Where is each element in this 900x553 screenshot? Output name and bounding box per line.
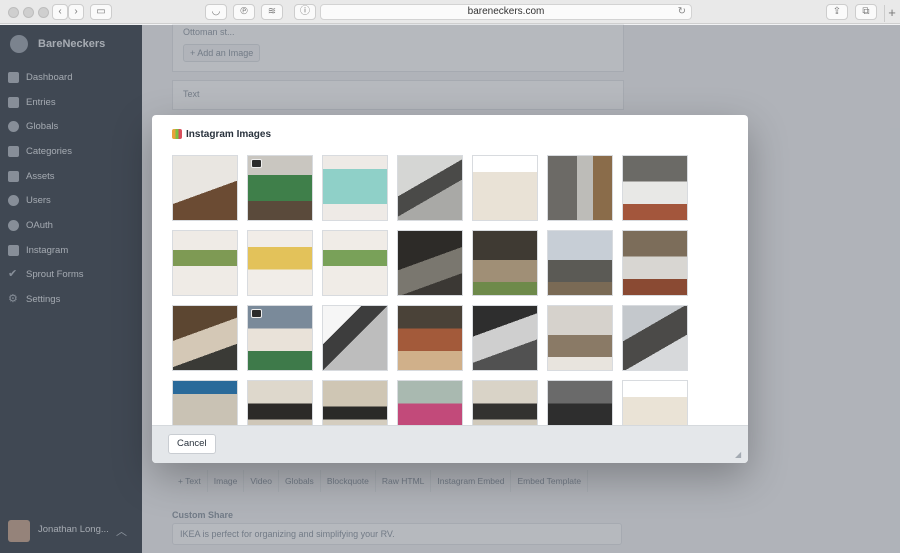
back-icon[interactable]: ‹ [52, 4, 68, 20]
instagram-image-thumbnail[interactable] [547, 305, 613, 371]
resize-handle-icon[interactable]: ◢ [735, 450, 741, 459]
instagram-image-thumbnail[interactable] [472, 305, 538, 371]
instagram-image-thumbnail[interactable] [472, 155, 538, 221]
address-bar[interactable]: bareneckers.com ↻ [320, 4, 692, 20]
instagram-image-thumbnail[interactable] [247, 305, 313, 371]
close-window-button[interactable] [8, 7, 19, 18]
instagram-image-thumbnail[interactable] [547, 380, 613, 425]
reload-icon[interactable]: ↻ [678, 5, 686, 19]
buffer-icon[interactable]: ≋ [261, 4, 283, 20]
zoom-window-button[interactable] [38, 7, 49, 18]
modal-footer: Cancel [152, 425, 748, 463]
new-tab-button[interactable]: + [884, 5, 899, 22]
instagram-image-thumbnail[interactable] [622, 380, 688, 425]
instagram-image-thumbnail[interactable] [247, 155, 313, 221]
minimize-window-button[interactable] [23, 7, 34, 18]
video-camera-icon [251, 309, 262, 318]
forward-icon[interactable]: › [68, 4, 84, 20]
pinterest-icon[interactable]: ℗ [233, 4, 255, 20]
cancel-button[interactable]: Cancel [168, 434, 216, 454]
instagram-image-thumbnail[interactable] [172, 305, 238, 371]
video-camera-icon [251, 159, 262, 168]
image-grid [172, 155, 692, 425]
instagram-image-thumbnail[interactable] [322, 155, 388, 221]
instagram-image-thumbnail[interactable] [622, 155, 688, 221]
instagram-image-thumbnail[interactable] [397, 155, 463, 221]
instagram-image-thumbnail[interactable] [622, 230, 688, 296]
instagram-image-thumbnail[interactable] [172, 380, 238, 425]
instagram-image-thumbnail[interactable] [397, 230, 463, 296]
instagram-image-thumbnail[interactable] [622, 305, 688, 371]
instagram-image-thumbnail[interactable] [322, 305, 388, 371]
instagram-image-thumbnail[interactable] [547, 155, 613, 221]
instagram-image-thumbnail[interactable] [322, 230, 388, 296]
pocket-icon[interactable]: ◡ [205, 4, 227, 20]
tabs-icon[interactable]: ⧉ [855, 4, 877, 20]
instagram-image-thumbnail[interactable] [247, 380, 313, 425]
sidebar-toggle-icon[interactable]: ▭ [90, 4, 112, 20]
instagram-image-thumbnail[interactable] [172, 155, 238, 221]
modal-title: Instagram Images [172, 129, 271, 140]
instagram-image-thumbnail[interactable] [397, 380, 463, 425]
instagram-images-modal: Instagram Images Cancel ◢ [152, 115, 748, 463]
instagram-image-thumbnail[interactable] [547, 230, 613, 296]
instagram-image-thumbnail[interactable] [322, 380, 388, 425]
instagram-image-thumbnail[interactable] [172, 230, 238, 296]
instagram-image-thumbnail[interactable] [397, 305, 463, 371]
instagram-image-thumbnail[interactable] [472, 230, 538, 296]
url-text: bareneckers.com [467, 6, 545, 17]
instagram-icon [172, 129, 182, 139]
instagram-image-thumbnail[interactable] [472, 380, 538, 425]
reader-icon[interactable]: ⓘ [294, 4, 316, 20]
browser-toolbar: ‹ › ▭ ◡ ℗ ≋ ⓘ bareneckers.com ↻ ⇪ ⧉ + [0, 0, 900, 24]
share-icon[interactable]: ⇪ [826, 4, 848, 20]
instagram-image-thumbnail[interactable] [247, 230, 313, 296]
